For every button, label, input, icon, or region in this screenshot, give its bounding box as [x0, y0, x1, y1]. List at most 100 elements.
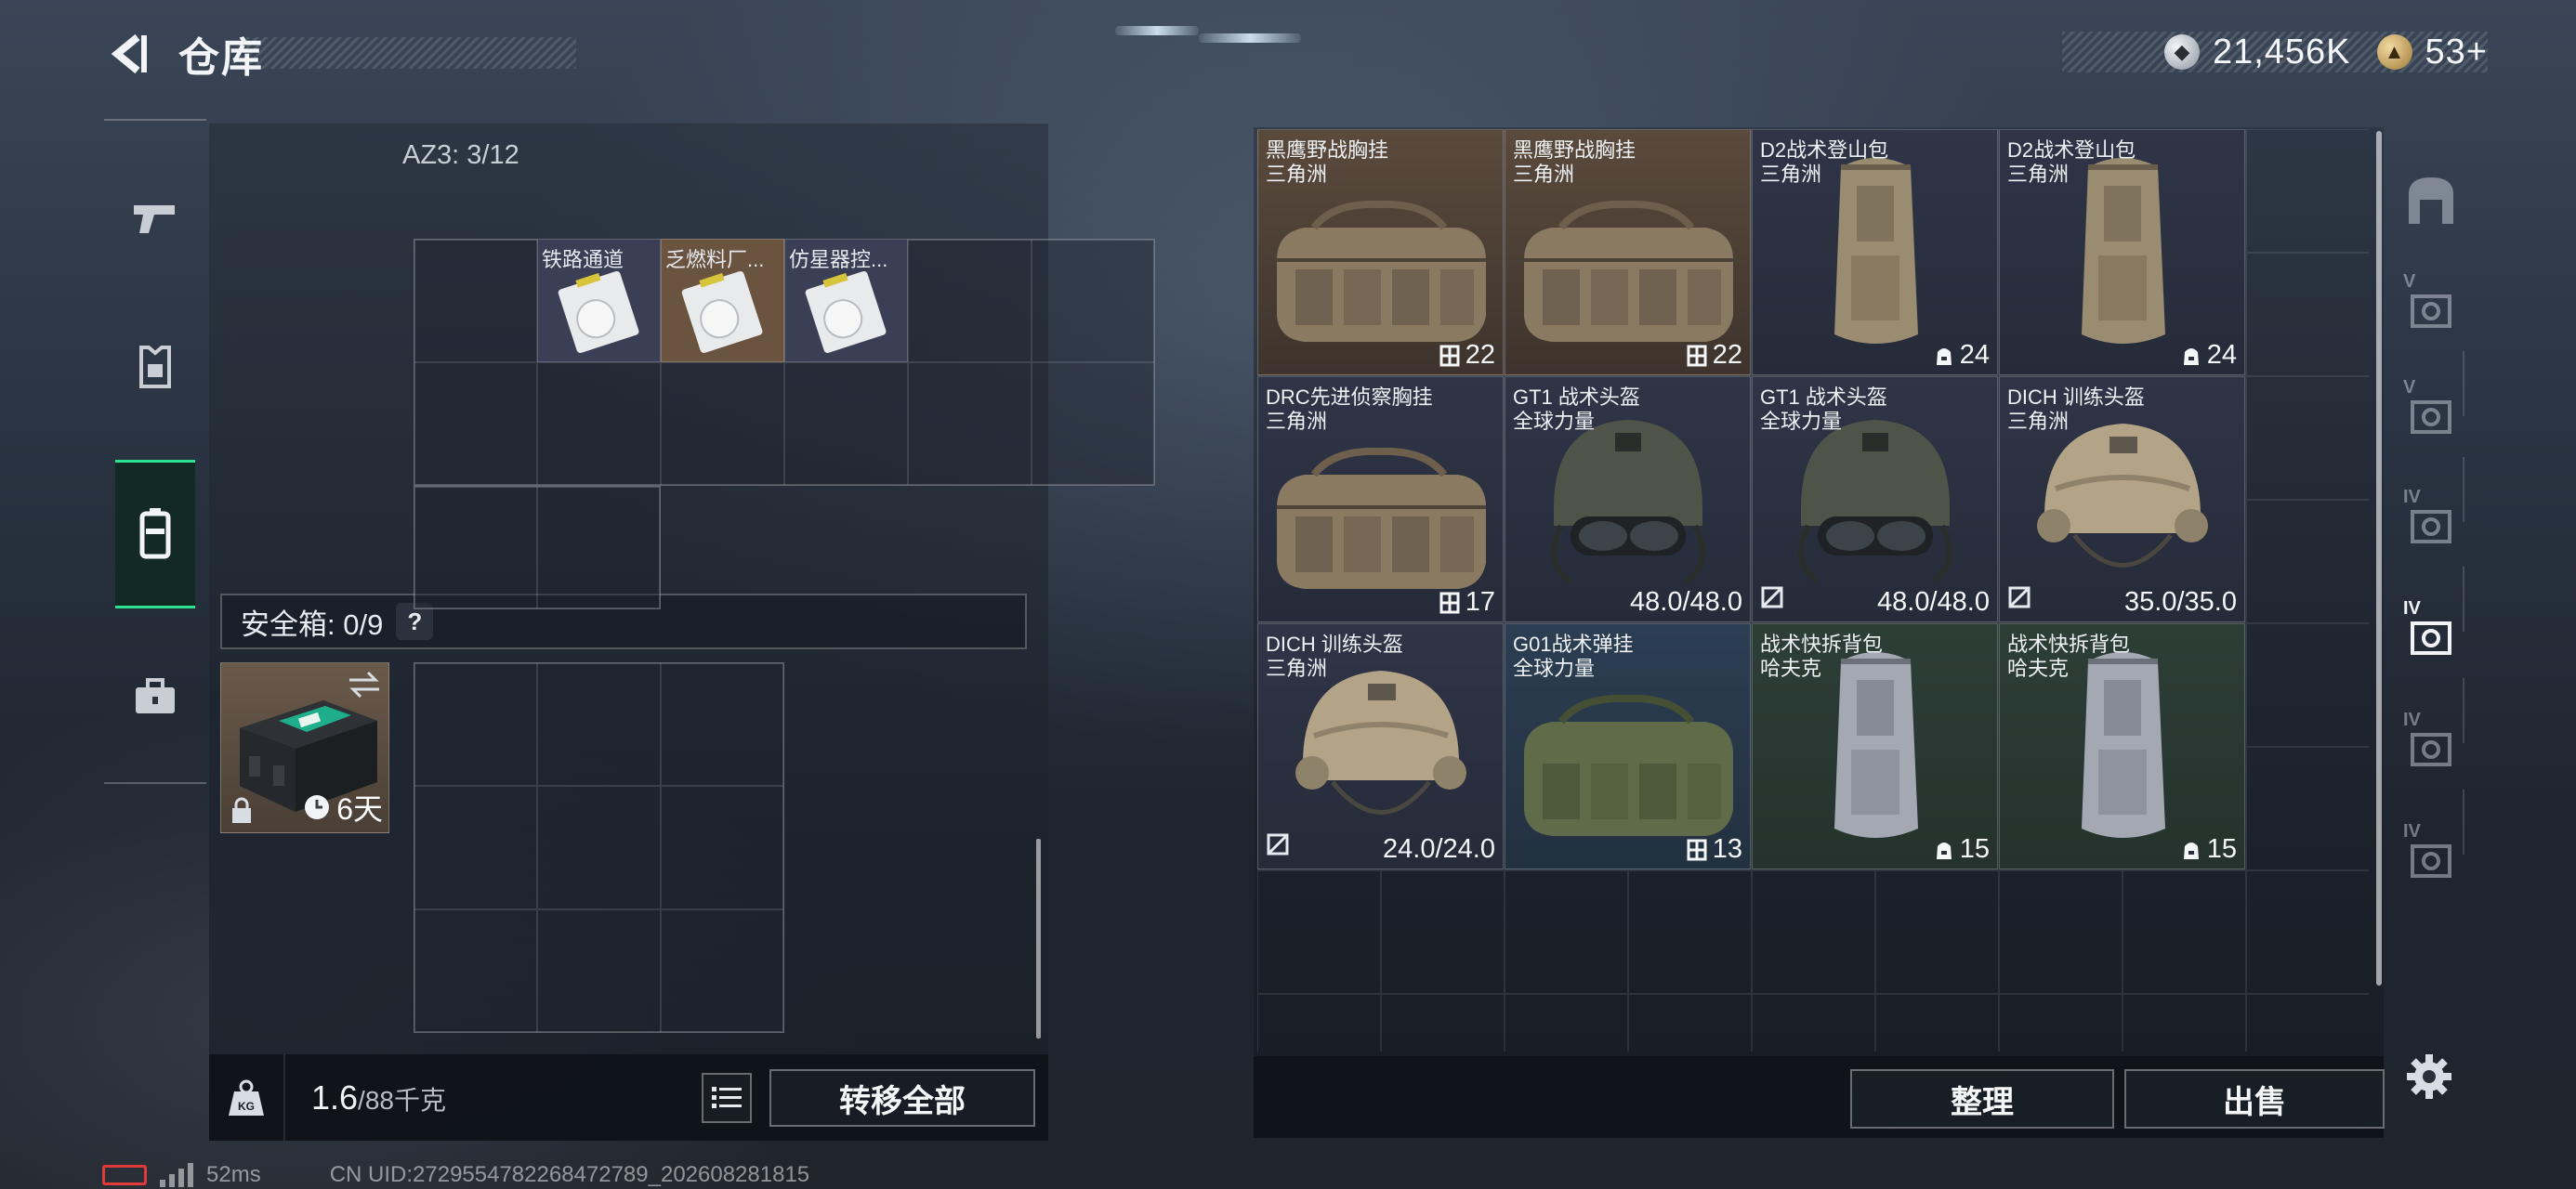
item-stat: 48.0/48.0 — [1630, 587, 1742, 618]
page-title: 仓库 — [178, 35, 264, 81]
item-stat-value: 24 — [2206, 340, 2237, 370]
stash-item[interactable]: DICH 训练头盔 三角洲 35.0/35.0 — [1999, 376, 2245, 622]
item-stat-value: 24.0/24.0 — [1383, 834, 1495, 864]
stash-cell[interactable] — [2123, 870, 2246, 994]
stash-item[interactable]: G01战术弹挂 全球力量 13 — [1505, 623, 1751, 869]
swap-icon[interactable] — [348, 671, 381, 699]
gold-balance[interactable]: 53+ — [2425, 33, 2488, 72]
ceiling-light — [1115, 26, 1199, 35]
scrollbar[interactable] — [2376, 131, 2382, 986]
stash-item[interactable]: GT1 战术头盔 全球力量 48.0/48.0 — [1505, 376, 1751, 622]
stash-cell[interactable] — [1875, 870, 1999, 994]
keycard-item[interactable]: 铁路通道 — [537, 239, 661, 362]
keycard-item[interactable]: 仿星器控... — [784, 239, 908, 362]
filter-all-tier-icon[interactable] — [2390, 149, 2472, 251]
tab-supplies[interactable] — [115, 622, 195, 771]
item-stat: 22 — [1439, 340, 1495, 371]
keycard-image — [558, 270, 639, 353]
silver-balance: 21,456K — [2212, 32, 2351, 72]
settings-button[interactable] — [2400, 1048, 2458, 1105]
stash-item[interactable]: 战术快拆背包 哈夫克 15 — [1752, 623, 1998, 869]
safe-box-item[interactable]: 6天 — [220, 662, 389, 833]
stash-panel: 黑鹰野战胸挂 三角洲 22 黑鹰野战胸挂 三角洲 22 D2战术登山包 三角洲 24 D2战术登山… — [1254, 127, 2385, 1138]
tier-label: IV — [2403, 821, 2421, 842]
stash-cell[interactable] — [1628, 994, 1752, 1052]
keycard-image — [805, 270, 887, 353]
gold-coin-icon[interactable]: ▲ — [2376, 34, 2412, 70]
container-panel: AZ3: 3/12 安全箱: 0/9 ? 6天 KG 1.6/88千克 转移全部… — [209, 124, 1155, 1141]
tab-equipment[interactable] — [115, 293, 195, 441]
transfer-all-button[interactable]: 转移全部 — [769, 1069, 1035, 1127]
filter-tier-4-active-icon[interactable]: IV — [2390, 585, 2472, 687]
item-stat: 15 — [1934, 834, 1990, 865]
stash-cell[interactable] — [2246, 376, 2369, 500]
filter-tier-5b-icon[interactable]: V — [2390, 364, 2472, 466]
item-stat-value: 13 — [1712, 834, 1742, 864]
stash-item[interactable]: 黑鹰野战胸挂 三角洲 22 — [1505, 129, 1751, 375]
stash-cell[interactable] — [1875, 994, 1999, 1052]
stash-item[interactable]: 黑鹰野战胸挂 三角洲 22 — [1257, 129, 1504, 375]
stash-cell[interactable] — [2246, 129, 2369, 253]
item-brand: 三角洲 — [2007, 410, 2070, 433]
stash-item[interactable]: DICH 训练头盔 三角洲 24.0/24.0 — [1257, 623, 1504, 869]
tab-backpack[interactable] — [115, 460, 195, 608]
filter-tier-4-icon[interactable]: IV — [2390, 474, 2472, 576]
weight-current: 1.6 — [311, 1078, 359, 1117]
stash-cell[interactable] — [2246, 623, 2369, 747]
stash-cell[interactable] — [1999, 994, 2123, 1052]
sell-button[interactable]: 出售 — [2124, 1069, 2385, 1129]
filter-tier-4c-icon[interactable]: IV — [2390, 808, 2472, 910]
stash-cell[interactable] — [1752, 994, 1875, 1052]
item-brand: 三角洲 — [1266, 657, 1328, 680]
stash-cell[interactable] — [1257, 870, 1381, 994]
stash-cell[interactable] — [1505, 994, 1628, 1052]
item-stat-value: 15 — [2206, 834, 2237, 864]
currency-bar: ◆ 21,456K ▲ 53+ — [2061, 32, 2488, 72]
stash-cell[interactable] — [2246, 994, 2369, 1052]
left-footer: KG 1.6/88千克 转移全部 — [209, 1054, 1048, 1141]
carry-weight: 1.6/88千克 — [311, 1078, 446, 1117]
stash-cell[interactable] — [1752, 870, 1875, 994]
stash-cell[interactable] — [2246, 253, 2369, 376]
back-button[interactable] — [102, 26, 158, 82]
stash-cell[interactable] — [1999, 870, 2123, 994]
durability-icon — [1267, 833, 1289, 856]
item-stat: 24.0/24.0 — [1383, 834, 1495, 865]
item-stat: 48.0/48.0 — [1877, 587, 1990, 618]
item-brand: 三角洲 — [1266, 163, 1328, 186]
stash-item[interactable]: DRC先进侦察胸挂 三角洲 17 — [1257, 376, 1504, 622]
sort-button[interactable]: 整理 — [1850, 1069, 2114, 1129]
stash-cell[interactable] — [1628, 870, 1752, 994]
filter-tier-4b-icon[interactable]: IV — [2390, 697, 2472, 799]
toolbox-icon — [136, 678, 175, 713]
stash-cell[interactable] — [1505, 870, 1628, 994]
list-view-button[interactable] — [702, 1073, 752, 1123]
stash-item[interactable]: GT1 战术头盔 全球力量 48.0/48.0 — [1752, 376, 1998, 622]
stash-item[interactable]: D2战术登山包 三角洲 24 — [1999, 129, 2245, 375]
stash-cell[interactable] — [1257, 994, 1381, 1052]
filter-tier-5-icon[interactable]: V — [2390, 258, 2472, 360]
tab-weapons[interactable] — [115, 144, 195, 293]
safe-box-label: 安全箱: 0/9 — [241, 608, 384, 641]
item-brand: 全球力量 — [1513, 657, 1596, 680]
stash-cell[interactable] — [1381, 870, 1505, 994]
stash-item[interactable]: D2战术登山包 三角洲 24 — [1752, 129, 1998, 375]
backpack-icon — [139, 508, 171, 559]
stash-cell[interactable] — [1381, 994, 1505, 1052]
item-brand: 全球力量 — [1760, 410, 1843, 433]
tier-label: IV — [2403, 710, 2421, 730]
durability-icon — [2008, 586, 2031, 608]
stash-item[interactable]: 战术快拆背包 哈夫克 15 — [1999, 623, 2245, 869]
lock-icon — [232, 797, 251, 823]
stash-cell[interactable] — [2246, 870, 2369, 994]
keycard-item[interactable]: 乏燃料厂... — [661, 239, 784, 362]
stash-cell[interactable] — [2123, 994, 2246, 1052]
safe-timer: 6天 — [303, 786, 383, 829]
stash-cell[interactable] — [2246, 500, 2369, 623]
item-stat-value: 48.0/48.0 — [1630, 587, 1742, 617]
item-stat-value: 48.0/48.0 — [1877, 587, 1990, 617]
stash-cell[interactable] — [2246, 747, 2369, 870]
scrollbar[interactable] — [1036, 839, 1041, 1039]
clock-icon — [305, 795, 330, 819]
tier-label: V — [2403, 271, 2416, 292]
